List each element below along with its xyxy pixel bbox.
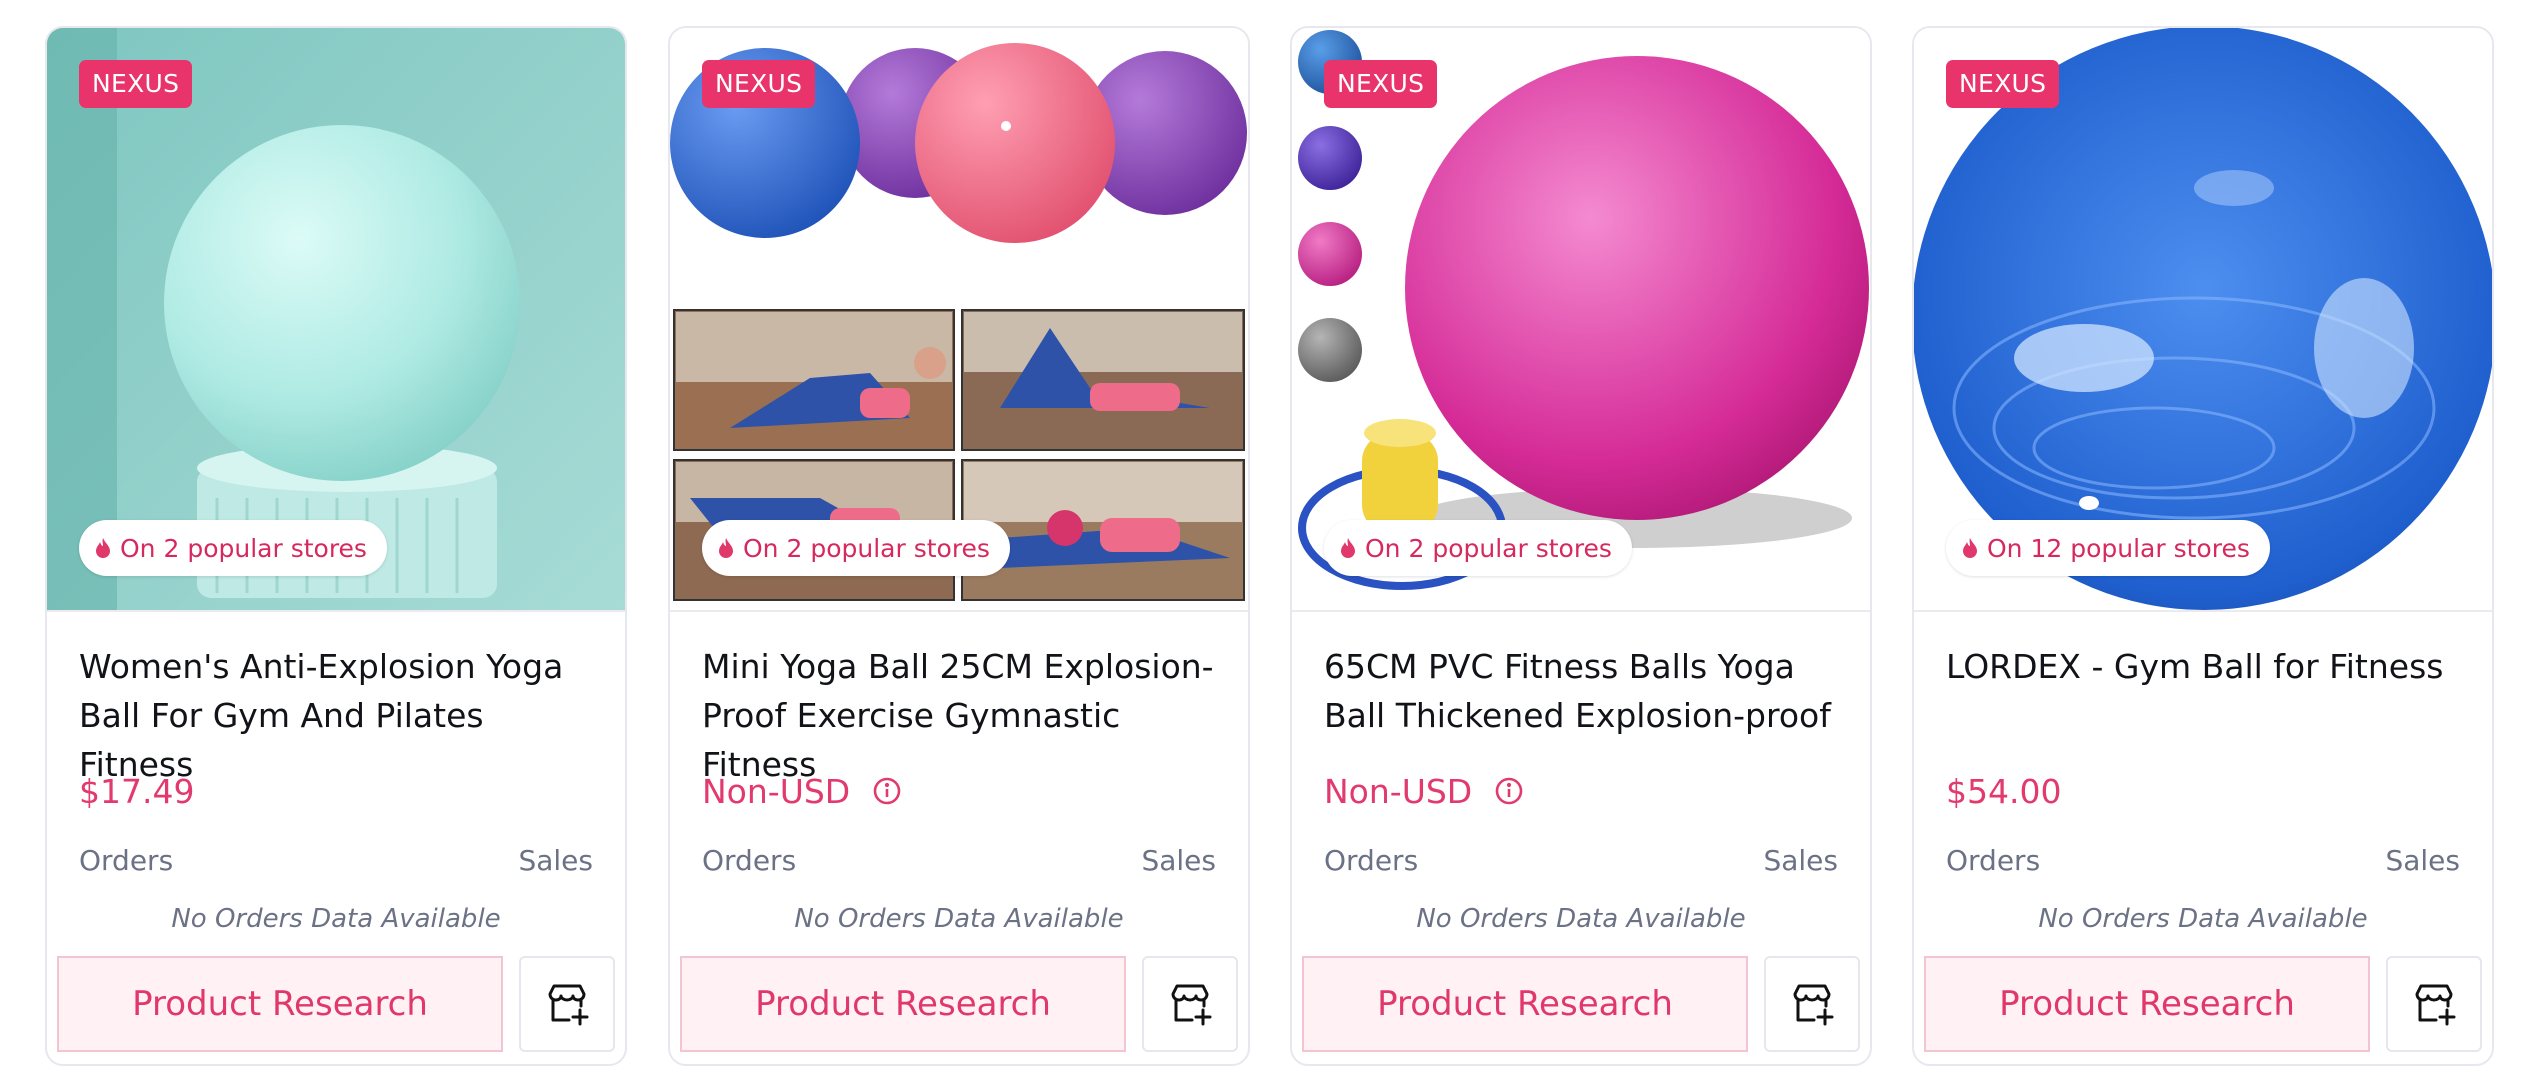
no-orders-message: No Orders Data Available: [794, 904, 1124, 934]
orders-label: Orders: [1324, 844, 1419, 877]
info-icon[interactable]: [1494, 776, 1524, 806]
product-research-button[interactable]: Product Research: [680, 956, 1126, 1052]
price-value: Non-USD: [702, 771, 851, 811]
no-orders-message: No Orders Data Available: [2038, 904, 2368, 934]
no-orders-message: No Orders Data Available: [1416, 904, 1746, 934]
price-value: $54.00: [1946, 771, 2062, 811]
popular-stores-badge: On 12 popular stores: [1946, 520, 2270, 576]
add-to-store-button[interactable]: [1764, 956, 1860, 1052]
popular-stores-badge: On 2 popular stores: [1324, 520, 1632, 576]
popular-stores-label: On 2 popular stores: [743, 533, 990, 563]
no-orders-message: No Orders Data Available: [171, 904, 501, 934]
popular-stores-badge: On 2 popular stores: [702, 520, 1010, 576]
product-research-button[interactable]: Product Research: [1302, 956, 1748, 1052]
fire-icon: [719, 538, 733, 558]
fire-icon: [1341, 538, 1355, 558]
brand-badge: NEXUS: [1946, 60, 2060, 108]
info-icon[interactable]: [872, 776, 902, 806]
product-title[interactable]: LORDEX - Gym Ball for Fitness: [1946, 642, 2466, 691]
add-to-store-button[interactable]: [2386, 956, 2482, 1052]
sales-label: Sales: [518, 844, 593, 877]
product-title[interactable]: 65CM PVC Fitness Balls Yoga Ball Thicken…: [1324, 642, 1844, 740]
fire-icon: [96, 538, 110, 558]
product-card[interactable]: NEXUS On 2 popular stores Mini Yoga Ball…: [668, 26, 1250, 1066]
fire-icon: [1963, 538, 1977, 558]
orders-label: Orders: [1946, 844, 2041, 877]
product-card[interactable]: NEXUS On 2 popular stores Women's Anti-E…: [45, 26, 627, 1066]
product-research-button[interactable]: Product Research: [57, 956, 503, 1052]
product-research-button[interactable]: Product Research: [1924, 956, 2370, 1052]
sales-label: Sales: [1141, 844, 1216, 877]
product-card[interactable]: NEXUS On 2 popular stores 65CM PVC Fitne…: [1290, 26, 1872, 1066]
divider: [670, 610, 1248, 612]
popular-stores-label: On 12 popular stores: [1987, 533, 2250, 563]
product-price: $17.49: [79, 766, 194, 816]
product-price: Non-USD: [702, 766, 902, 816]
sales-label: Sales: [1763, 844, 1838, 877]
divider: [1292, 610, 1870, 612]
divider: [47, 610, 625, 612]
product-card[interactable]: NEXUS On 12 popular stores LORDEX - Gym …: [1912, 26, 2494, 1066]
popular-stores-label: On 2 popular stores: [1365, 533, 1612, 563]
product-price: $54.00: [1946, 766, 2061, 816]
brand-badge: NEXUS: [79, 60, 193, 108]
orders-label: Orders: [702, 844, 797, 877]
product-price: Non-USD: [1324, 766, 1524, 816]
store-add-icon: [548, 984, 589, 1026]
add-to-store-button[interactable]: [1142, 956, 1238, 1052]
add-to-store-button[interactable]: [519, 956, 615, 1052]
popular-stores-badge: On 2 popular stores: [79, 520, 387, 576]
orders-label: Orders: [79, 844, 174, 877]
price-value: Non-USD: [1324, 771, 1473, 811]
store-add-icon: [1793, 984, 1834, 1026]
brand-badge: NEXUS: [702, 60, 816, 108]
product-grid: NEXUS On 2 popular stores Women's Anti-E…: [0, 0, 2536, 1082]
brand-badge: NEXUS: [1324, 60, 1438, 108]
store-add-icon: [2415, 984, 2456, 1026]
store-add-icon: [1171, 984, 1212, 1026]
popular-stores-label: On 2 popular stores: [120, 533, 367, 563]
price-value: $17.49: [79, 771, 195, 811]
divider: [1914, 610, 2492, 612]
sales-label: Sales: [2385, 844, 2460, 877]
